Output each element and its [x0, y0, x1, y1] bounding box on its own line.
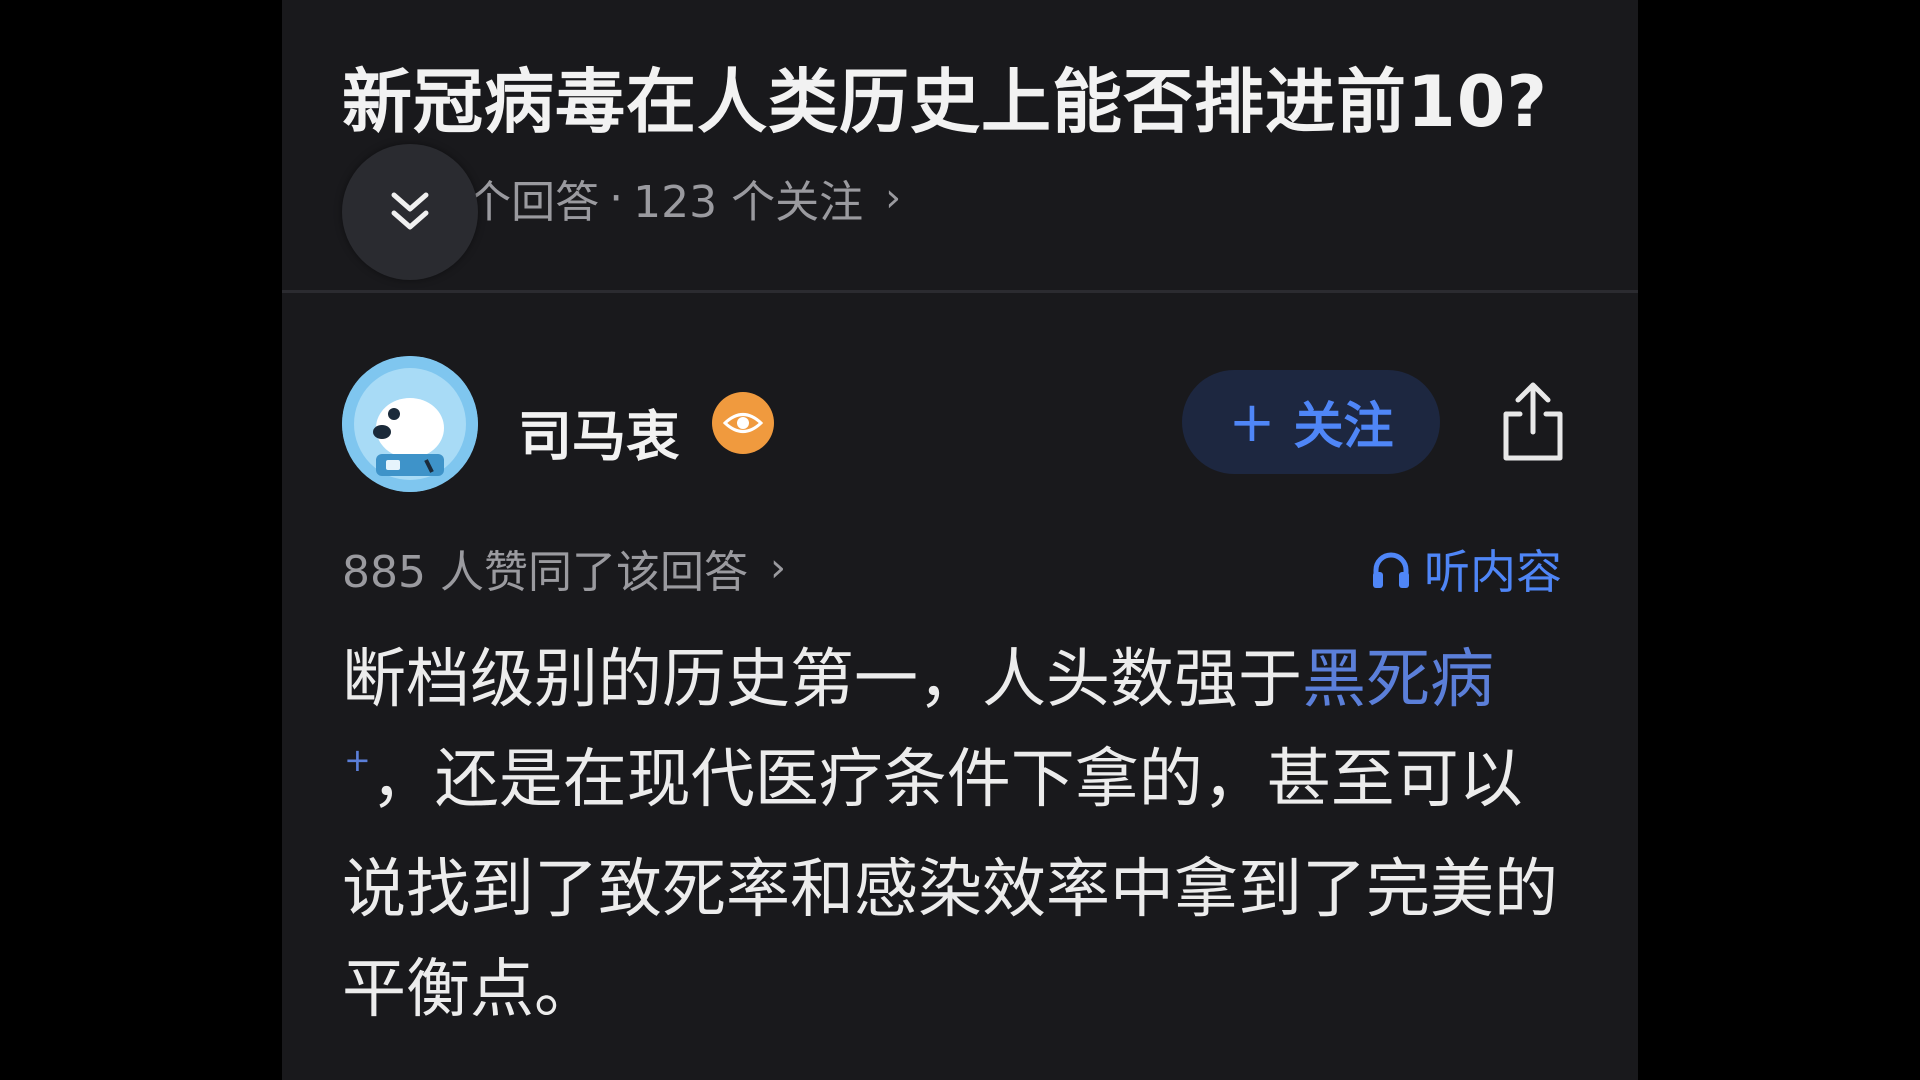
chevron-right-icon: ›	[769, 545, 786, 591]
answer-text-part2: ，还是在现代医疗条件下拿的，甚至可以说找到了致死率和感染效率中拿到了完美的平衡点…	[342, 743, 1558, 1027]
likes-text: 885 人赞同了该回答	[342, 547, 748, 598]
meta-separator: ·	[609, 172, 624, 224]
chevron-right-icon: ›	[885, 175, 902, 221]
listen-label: 听内容	[1424, 545, 1562, 599]
answer-body: 断档级别的历史第一，人头数强于黑死病 +，还是在现代医疗条件下拿的，甚至可以说找到…	[342, 630, 1582, 1040]
question-title[interactable]: 新冠病毒在人类历史上能否排进前10?	[342, 46, 1548, 147]
listen-button[interactable]: 听内容	[1370, 536, 1562, 602]
likes-link[interactable]: 885 人赞同了该回答 ›	[342, 536, 786, 600]
answer-panel: 新冠病毒在人类历史上能否排进前10? ( 56 个回答 · 123 个关注 ›	[282, 0, 1638, 1080]
follow-count: 123 个关注	[633, 177, 864, 228]
link-plus-icon: +	[344, 741, 371, 779]
keyword-link[interactable]: 黑死病	[1302, 643, 1494, 717]
collapse-button[interactable]	[342, 144, 478, 280]
avatar[interactable]	[342, 356, 478, 492]
headphones-icon	[1370, 548, 1412, 590]
avatar-image	[342, 356, 478, 492]
follow-label: 关注	[1293, 397, 1394, 455]
answer-text-part1: 断档级别的历史第一，人头数强于	[342, 643, 1302, 717]
share-icon	[1503, 382, 1563, 461]
plus-icon: +	[1228, 389, 1276, 455]
screen: 新冠病毒在人类历史上能否排进前10? ( 56 个回答 · 123 个关注 ›	[0, 0, 1920, 1080]
double-chevron-down-icon	[391, 192, 429, 230]
divider	[282, 290, 1638, 293]
eye-icon	[712, 392, 774, 454]
share-button[interactable]	[1494, 376, 1572, 468]
follow-button[interactable]: + 关注	[1182, 370, 1440, 474]
author-name[interactable]: 司马衷	[518, 392, 680, 471]
